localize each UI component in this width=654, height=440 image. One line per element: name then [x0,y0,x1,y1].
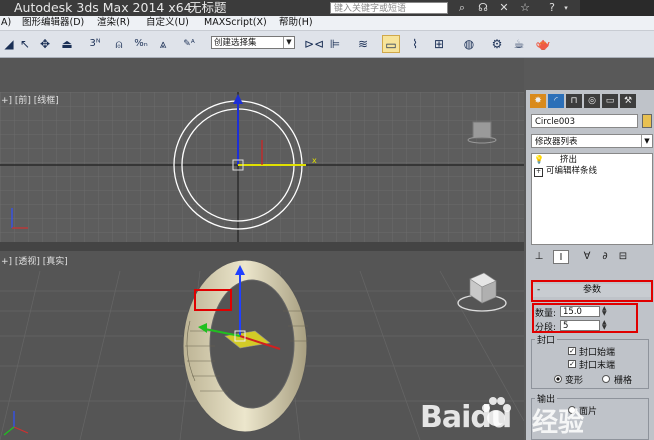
selection-set-text: 创建选择集 [214,38,257,48]
stack-item-extrude[interactable]: 挤出 [560,155,577,166]
highlight-box-ring-segment [194,289,232,311]
modifier-list-dropdown[interactable]: 修改器列表 ▼ [531,134,653,148]
grid-label: 栅格 [614,376,633,386]
object-color-swatch[interactable] [642,114,652,128]
search-input[interactable]: 键入关键字或短语 [330,2,448,14]
viewport-area-top-strip [0,58,524,92]
baidu-watermark: Baidu 经验 [420,390,620,440]
capping-group-title: 封口 [535,333,558,346]
modify-tab-icon[interactable]: ◜ [548,94,564,108]
select-and-move-icon[interactable]: ✥ [36,35,54,53]
x-axis-label: x [312,156,317,165]
segments-label: 分段: [535,323,557,333]
schematic-view-icon[interactable]: ⊞ [430,35,448,53]
render-production-icon[interactable]: 🫖 [534,35,552,53]
amount-label: 数量: [535,309,557,319]
viewport-separator [0,242,524,251]
command-panel: ✸ ◜ ⊓ ◎ ▭ ⚒ Circle003 修改器列表 ▼ 💡 挤出 + 可编辑… [526,90,654,440]
motion-tab-icon[interactable]: ◎ [584,94,600,108]
modifier-list-text: 修改器列表 [535,137,578,147]
angle-snap-icon[interactable]: ⍝ [110,35,128,53]
amount-spinner-icon[interactable]: ▲ ▼ [602,306,608,317]
baidu-jingyan-text: 经验 [532,408,585,438]
cap-start-label: 封口始端 [579,348,616,358]
menu-item-maxscript[interactable]: MAXScript(X) [204,16,267,30]
display-tab-icon[interactable]: ▭ [602,94,618,108]
app-title: Autodesk 3ds Max 2014 x64 [14,0,192,15]
front-viewport-label[interactable]: +] [前] [线框] [1,93,59,106]
create-tab-icon[interactable]: ✸ [530,94,546,108]
window-controls [580,0,654,16]
amount-input[interactable]: 15.0 [560,306,600,317]
mirror-icon[interactable]: ⊳⊲ [304,35,324,53]
select-object-icon[interactable]: ↖ [16,35,34,53]
hierarchy-tab-icon[interactable]: ⊓ [566,94,582,108]
snap-toggle-icon[interactable]: 3ᴺ [86,35,104,53]
baidu-paw-icon [482,397,511,426]
stack-item-editable-spline[interactable]: 可编辑样条线 [546,166,597,177]
make-unique-icon[interactable]: ∀ [579,250,595,264]
menu-item-rendering[interactable]: 渲染(R) [97,16,130,30]
menu-item-graph-editors[interactable]: 图形编辑器(D) [22,16,84,30]
lightbulb-icon[interactable]: 💡 [534,155,544,164]
expand-icon[interactable]: + [534,168,543,177]
menu-item-help[interactable]: 帮助(H) [279,16,313,30]
percent-snap-icon[interactable]: %ₙ [132,35,150,53]
grid-radio[interactable] [602,375,610,383]
chevron-down-icon: ▼ [283,37,294,48]
menu-item-animation[interactable]: A) [1,16,11,30]
front-viewport[interactable]: +] [前] [线框] x [0,92,524,242]
sign-in-icon[interactable]: ✕ [497,1,511,15]
object-name-field[interactable]: Circle003 [531,114,638,128]
stack-controls: ⊥ Ⅰ ∀ ∂ ⊟ [531,250,653,266]
pin-stack-icon[interactable]: ⊥ [531,250,547,264]
segments-input[interactable]: 5 [560,320,600,331]
binoculars-icon[interactable]: ⌕ [455,1,469,15]
named-selection-set-dropdown[interactable]: 创建选择集 ▼ [211,36,295,49]
cap-start-checkbox[interactable]: ✓ [568,347,576,355]
cap-end-checkbox[interactable]: ✓ [568,360,576,368]
layer-manager-icon[interactable]: ≋ [354,35,372,53]
main-toolbar: ◢ ↖ ✥ ⏏ 3ᴺ ⍝ %ₙ ⩓ ✎ᴬ 创建选择集 ▼ ⊳⊲ ⊫ ≋ ▭ ⌇ … [0,31,654,58]
render-setup-icon[interactable]: ⚙ [488,35,506,53]
material-editor-icon[interactable]: ◍ [460,35,478,53]
cap-end-label: 封口末端 [579,361,616,371]
parameters-rollout-title: 参数 [533,284,651,297]
show-end-result-icon[interactable]: Ⅰ [553,250,569,264]
perspective-viewport-label[interactable]: +] [透视] [真实] [1,254,68,267]
help-icon[interactable]: ? [545,1,559,15]
curve-editor-icon[interactable]: ⌇ [406,35,424,53]
document-title: 无标题 [189,0,227,15]
select-and-place-icon[interactable]: ⏏ [58,35,76,53]
favorites-star-icon[interactable]: ☆ [518,1,532,15]
spinner-snap-icon[interactable]: ⩓ [154,35,172,53]
rendered-frame-window-icon[interactable]: ☕ [510,35,528,53]
menu-item-customize[interactable]: 自定义(U) [146,16,189,30]
parameters-rollout-header[interactable]: - 参数 [531,280,653,302]
communication-center-icon[interactable]: ☊ [476,1,490,15]
configure-modifier-sets-icon[interactable]: ⊟ [615,250,631,264]
morph-label: 变形 [565,376,584,386]
chevron-down-icon: ▼ [641,135,652,147]
utilities-tab-icon[interactable]: ⚒ [620,94,636,108]
edit-named-selection-icon[interactable]: ✎ᴬ [180,35,198,53]
remove-modifier-icon[interactable]: ∂ [597,250,613,264]
front-viewport-canvas [0,92,524,242]
title-bar: Autodesk 3ds Max 2014 x64 无标题 键入关键字或短语 ⌕… [0,0,654,16]
segments-spinner-icon[interactable]: ▲ ▼ [602,320,608,331]
menu-bar: A) 图形编辑器(D) 渲染(R) 自定义(U) MAXScript(X) 帮助… [0,16,654,31]
help-dropdown-icon[interactable]: ▾ [559,1,573,15]
align-icon[interactable]: ⊫ [326,35,344,53]
morph-radio[interactable] [554,375,562,383]
collapse-icon: - [537,285,541,295]
ribbon-toggle-icon[interactable]: ▭ [382,35,400,53]
modifier-stack[interactable]: 💡 挤出 + 可编辑样条线 [531,153,653,245]
